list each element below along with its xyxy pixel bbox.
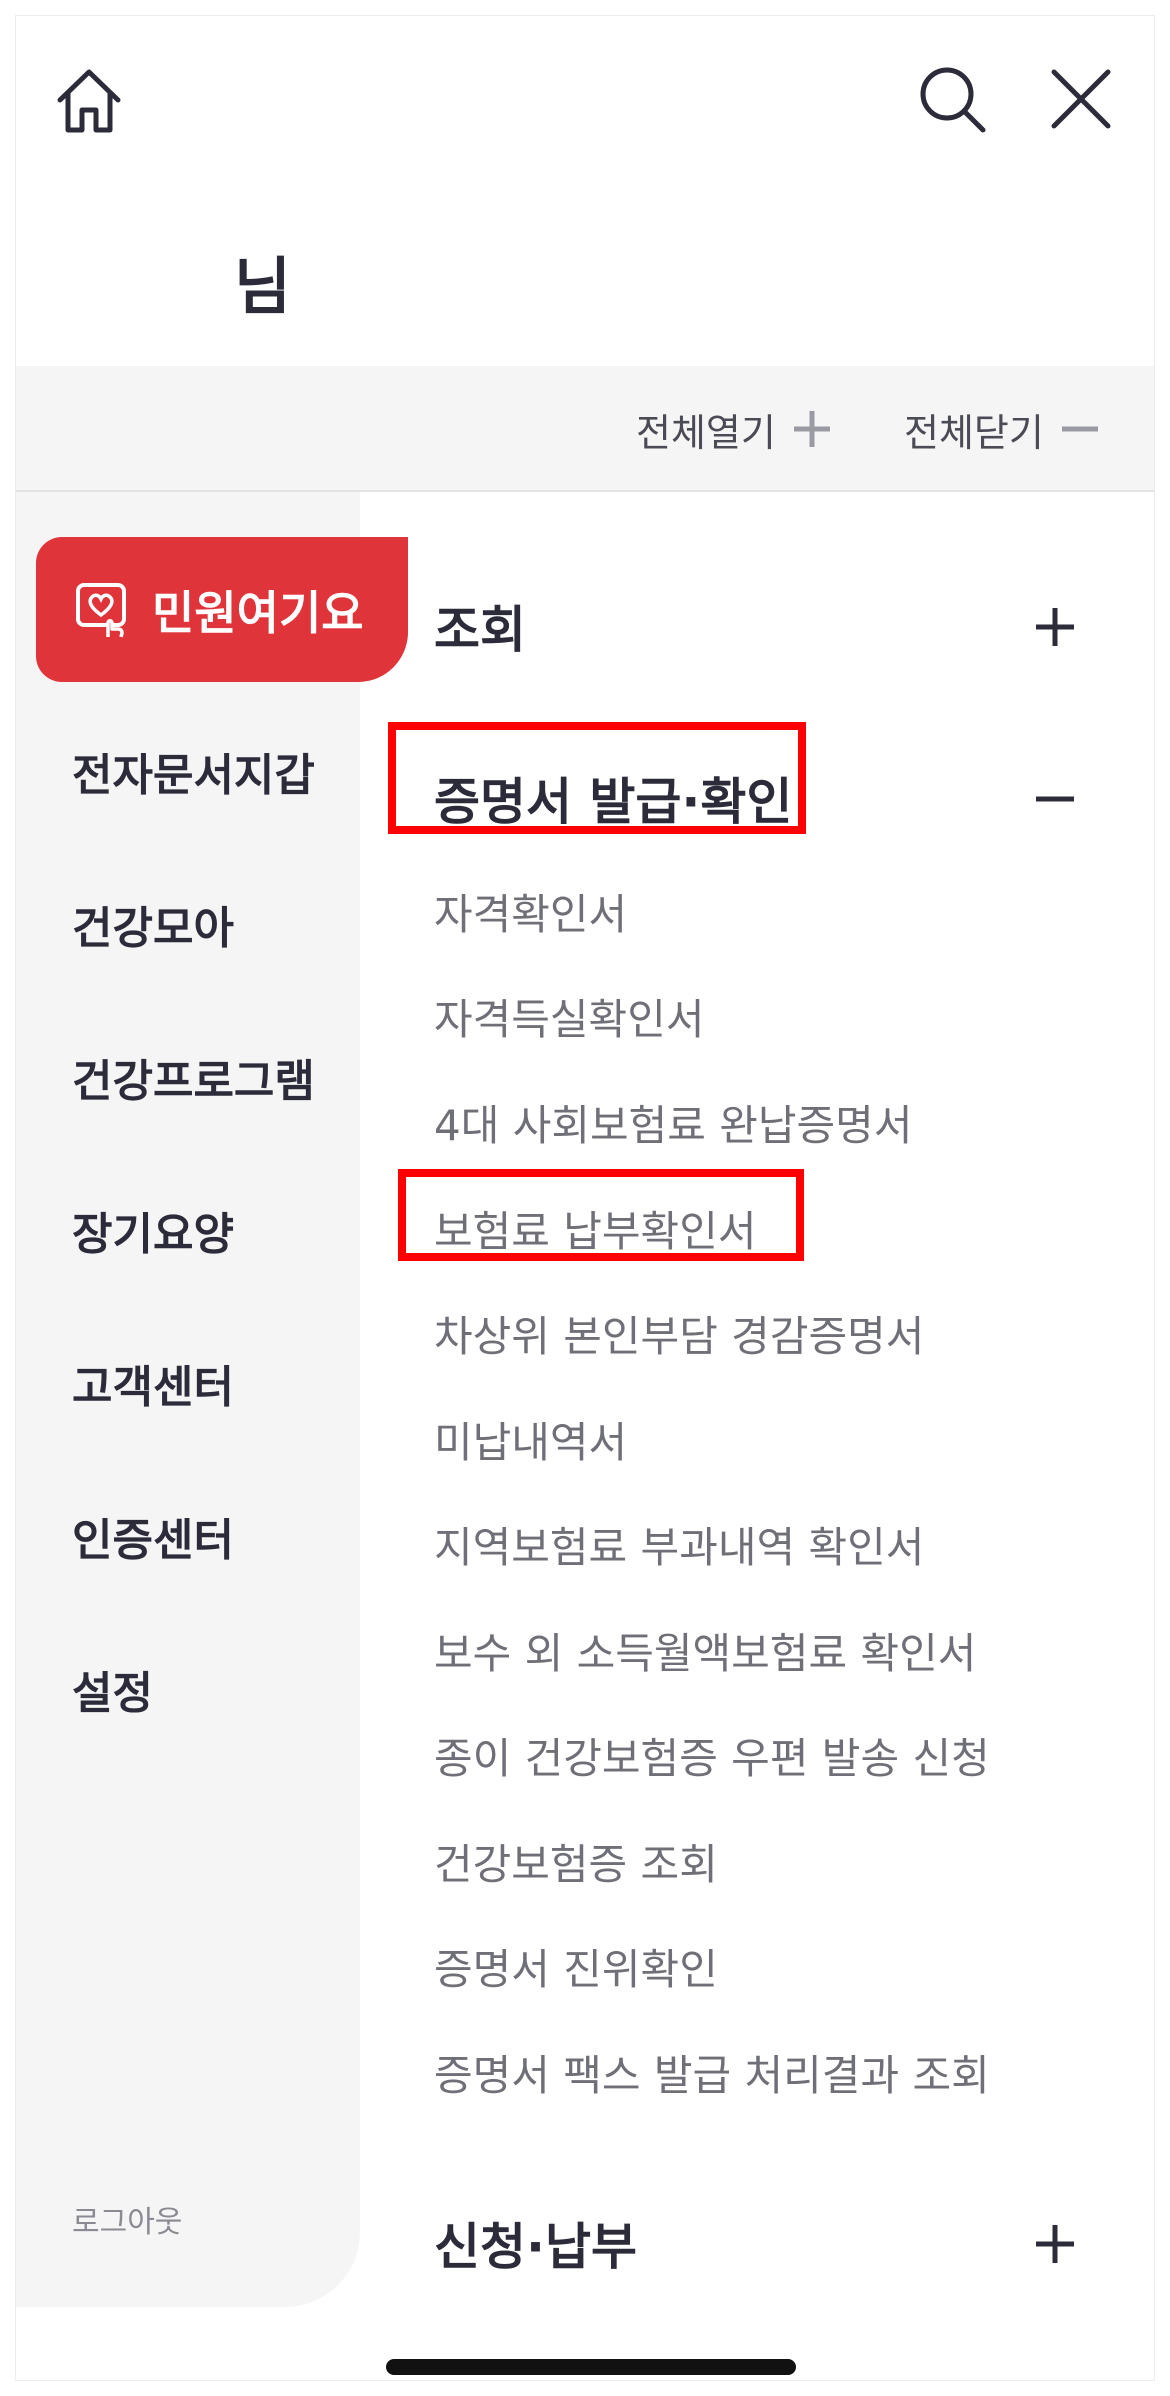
plus-icon bbox=[793, 411, 830, 447]
close-icon bbox=[1051, 69, 1111, 129]
header: 님 bbox=[16, 16, 1154, 366]
sidebar-item-settings[interactable]: 설정 bbox=[72, 1657, 153, 1721]
collapse-all-label: 전체닫기 bbox=[904, 410, 1044, 455]
list-item[interactable]: 4대 사회보험료 완납증명서 bbox=[434, 1092, 912, 1153]
sidebar-item-civil-service[interactable]: 민원여기요 bbox=[36, 537, 408, 682]
user-name: 님 bbox=[234, 250, 292, 323]
plus-icon[interactable] bbox=[1020, 592, 1090, 662]
search-button[interactable] bbox=[907, 54, 997, 144]
sidebar-item-health-moa[interactable]: 건강모아 bbox=[72, 892, 234, 956]
close-button[interactable] bbox=[1036, 54, 1126, 144]
expand-all-label: 전체열기 bbox=[636, 410, 776, 455]
sidebar-item-label: 민원여기요 bbox=[152, 585, 364, 640]
list-item[interactable]: 증명서 진위확인 bbox=[434, 1936, 718, 1997]
home-icon bbox=[57, 69, 121, 133]
expand-all-button[interactable]: 전체열기 bbox=[636, 366, 834, 492]
sidebar-item-auth-center[interactable]: 인증센터 bbox=[72, 1504, 234, 1568]
home-indicator bbox=[386, 2359, 796, 2375]
sidebar-item-health-program[interactable]: 건강프로그램 bbox=[72, 1045, 315, 1109]
logout-link[interactable]: 로그아웃 bbox=[72, 2197, 182, 2241]
minus-icon[interactable] bbox=[1020, 764, 1090, 834]
search-icon bbox=[920, 67, 986, 133]
collapse-all-button[interactable]: 전체닫기 bbox=[904, 366, 1102, 492]
list-item[interactable]: 자격확인서 bbox=[434, 881, 627, 942]
section-inquiry[interactable]: 조회 bbox=[434, 590, 526, 662]
expand-collapse-toolbar: 전체열기 전체닫기 bbox=[16, 366, 1154, 492]
list-item[interactable]: 보수 외 소득월액보험료 확인서 bbox=[434, 1620, 976, 1681]
list-item[interactable]: 증명서 팩스 발급 처리결과 조회 bbox=[434, 2042, 990, 2103]
list-item[interactable]: 미납내역서 bbox=[434, 1409, 627, 1470]
list-item[interactable]: 종이 건강보험증 우편 발송 신청 bbox=[434, 1725, 990, 1786]
sidebar-item-long-term-care[interactable]: 장기요양 bbox=[72, 1198, 234, 1262]
heart-hand-icon bbox=[76, 582, 126, 637]
plus-icon[interactable] bbox=[1020, 2209, 1090, 2279]
sidebar: 민원여기요 전자문서지갑 건강모아 건강프로그램 장기요양 고객센터 인증센터 … bbox=[16, 492, 408, 2307]
home-button[interactable] bbox=[44, 56, 134, 146]
sidebar-item-customer-center[interactable]: 고객센터 bbox=[72, 1351, 234, 1415]
highlight-box-item bbox=[398, 1169, 804, 1261]
list-item[interactable]: 지역보험료 부과내역 확인서 bbox=[434, 1514, 924, 1575]
highlight-box-section bbox=[388, 722, 806, 834]
menu-screen: 님 전체열기 전체닫기 민원여기요 전자문서지갑 건강모아 건강프로그램 장기요… bbox=[15, 15, 1155, 2381]
minus-icon bbox=[1061, 426, 1098, 432]
list-item[interactable]: 건강보험증 조회 bbox=[434, 1831, 718, 1892]
sidebar-item-e-wallet[interactable]: 전자문서지갑 bbox=[72, 739, 315, 803]
list-item[interactable]: 차상위 본인부담 경감증명서 bbox=[434, 1303, 924, 1364]
section-apply-pay[interactable]: 신청·납부 bbox=[434, 2207, 637, 2279]
list-item[interactable]: 자격득실확인서 bbox=[434, 986, 704, 1047]
